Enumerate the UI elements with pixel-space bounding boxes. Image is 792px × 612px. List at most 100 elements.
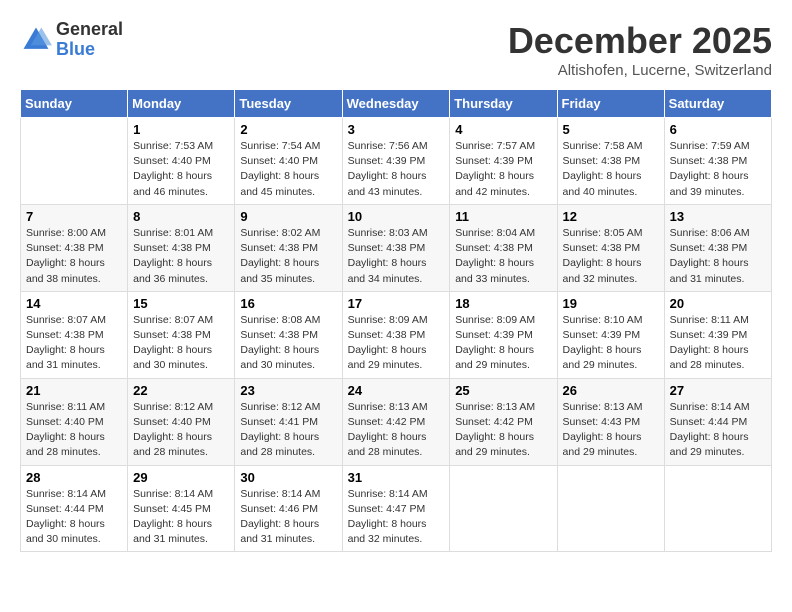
table-row: 29 Sunrise: 8:14 AM Sunset: 4:45 PM Dayli… (128, 465, 235, 552)
day-info: Sunrise: 8:13 AM Sunset: 4:43 PM Dayligh… (563, 400, 659, 461)
calendar-week-row: 7 Sunrise: 8:00 AM Sunset: 4:38 PM Daylig… (21, 204, 772, 291)
col-wednesday: Wednesday (342, 90, 450, 118)
table-row: 6 Sunrise: 7:59 AM Sunset: 4:38 PM Daylig… (664, 118, 771, 205)
day-info: Sunrise: 8:01 AM Sunset: 4:38 PM Dayligh… (133, 226, 229, 287)
day-number: 16 (240, 296, 336, 311)
day-info: Sunrise: 7:58 AM Sunset: 4:38 PM Dayligh… (563, 139, 659, 200)
table-row: 3 Sunrise: 7:56 AM Sunset: 4:39 PM Daylig… (342, 118, 450, 205)
day-number: 11 (455, 209, 551, 224)
day-info: Sunrise: 8:11 AM Sunset: 4:40 PM Dayligh… (26, 400, 122, 461)
table-row (664, 465, 771, 552)
day-info: Sunrise: 7:54 AM Sunset: 4:40 PM Dayligh… (240, 139, 336, 200)
table-row (450, 465, 557, 552)
day-number: 23 (240, 383, 336, 398)
day-number: 15 (133, 296, 229, 311)
day-number: 4 (455, 122, 551, 137)
day-info: Sunrise: 7:57 AM Sunset: 4:39 PM Dayligh… (455, 139, 551, 200)
table-row: 20Sunrise: 8:11 AM Sunset: 4:39 PM Dayli… (664, 291, 771, 378)
calendar-week-row: 21Sunrise: 8:11 AM Sunset: 4:40 PM Dayli… (21, 378, 772, 465)
day-number: 12 (563, 209, 659, 224)
day-number: 7 (26, 209, 122, 224)
day-number: 9 (240, 209, 336, 224)
table-row: 25Sunrise: 8:13 AM Sunset: 4:42 PM Dayli… (450, 378, 557, 465)
col-saturday: Saturday (664, 90, 771, 118)
table-row: 18 Sunrise: 8:09 AM Sunset: 4:39 PM Dayli… (450, 291, 557, 378)
day-number: 10 (348, 209, 445, 224)
table-row: 11 Sunrise: 8:04 AM Sunset: 4:38 PM Dayli… (450, 204, 557, 291)
col-monday: Monday (128, 90, 235, 118)
table-row (21, 118, 128, 205)
logo: General Blue (20, 20, 123, 60)
day-info: Sunrise: 8:03 AM Sunset: 4:38 PM Dayligh… (348, 226, 445, 287)
day-info: Sunrise: 8:00 AM Sunset: 4:38 PM Dayligh… (26, 226, 122, 287)
day-number: 17 (348, 296, 445, 311)
table-row: 2 Sunrise: 7:54 AM Sunset: 4:40 PM Daylig… (235, 118, 342, 205)
day-number: 31 (348, 470, 445, 485)
day-info: Sunrise: 8:14 AM Sunset: 4:45 PM Dayligh… (133, 487, 229, 548)
calendar-header-row: Sunday Monday Tuesday Wednesday Thursday… (21, 90, 772, 118)
col-thursday: Thursday (450, 90, 557, 118)
day-info: Sunrise: 8:05 AM Sunset: 4:38 PM Dayligh… (563, 226, 659, 287)
day-info: Sunrise: 7:53 AM Sunset: 4:40 PM Dayligh… (133, 139, 229, 200)
table-row: 7 Sunrise: 8:00 AM Sunset: 4:38 PM Daylig… (21, 204, 128, 291)
table-row: 4 Sunrise: 7:57 AM Sunset: 4:39 PM Daylig… (450, 118, 557, 205)
col-friday: Friday (557, 90, 664, 118)
table-row: 12 Sunrise: 8:05 AM Sunset: 4:38 PM Dayli… (557, 204, 664, 291)
month-title: December 2025 (508, 20, 772, 62)
table-row (557, 465, 664, 552)
day-info: Sunrise: 8:12 AM Sunset: 4:41 PM Dayligh… (240, 400, 336, 461)
day-info: Sunrise: 8:14 AM Sunset: 4:47 PM Dayligh… (348, 487, 445, 548)
day-info: Sunrise: 8:09 AM Sunset: 4:39 PM Dayligh… (455, 313, 551, 374)
logo-general-text: General (56, 19, 123, 39)
table-row: 13Sunrise: 8:06 AM Sunset: 4:38 PM Dayli… (664, 204, 771, 291)
table-row: 9 Sunrise: 8:02 AM Sunset: 4:38 PM Daylig… (235, 204, 342, 291)
table-row: 27 Sunrise: 8:14 AM Sunset: 4:44 PM Dayli… (664, 378, 771, 465)
title-block: December 2025 Altishofen, Lucerne, Switz… (508, 20, 772, 79)
day-number: 28 (26, 470, 122, 485)
day-info: Sunrise: 8:06 AM Sunset: 4:38 PM Dayligh… (670, 226, 766, 287)
table-row: 1 Sunrise: 7:53 AM Sunset: 4:40 PM Daylig… (128, 118, 235, 205)
col-sunday: Sunday (21, 90, 128, 118)
day-info: Sunrise: 8:04 AM Sunset: 4:38 PM Dayligh… (455, 226, 551, 287)
day-number: 26 (563, 383, 659, 398)
day-info: Sunrise: 7:56 AM Sunset: 4:39 PM Dayligh… (348, 139, 445, 200)
day-number: 27 (670, 383, 766, 398)
day-number: 1 (133, 122, 229, 137)
day-info: Sunrise: 8:08 AM Sunset: 4:38 PM Dayligh… (240, 313, 336, 374)
day-info: Sunrise: 8:14 AM Sunset: 4:44 PM Dayligh… (670, 400, 766, 461)
day-info: Sunrise: 8:14 AM Sunset: 4:44 PM Dayligh… (26, 487, 122, 548)
day-info: Sunrise: 8:14 AM Sunset: 4:46 PM Dayligh… (240, 487, 336, 548)
day-number: 3 (348, 122, 445, 137)
table-row: 19Sunrise: 8:10 AM Sunset: 4:39 PM Dayli… (557, 291, 664, 378)
day-info: Sunrise: 8:13 AM Sunset: 4:42 PM Dayligh… (348, 400, 445, 461)
calendar-week-row: 14 Sunrise: 8:07 AM Sunset: 4:38 PM Dayli… (21, 291, 772, 378)
day-info: Sunrise: 8:11 AM Sunset: 4:39 PM Dayligh… (670, 313, 766, 374)
calendar-week-row: 28 Sunrise: 8:14 AM Sunset: 4:44 PM Dayli… (21, 465, 772, 552)
day-number: 30 (240, 470, 336, 485)
day-info: Sunrise: 8:02 AM Sunset: 4:38 PM Dayligh… (240, 226, 336, 287)
day-number: 29 (133, 470, 229, 485)
logo-blue-text: Blue (56, 39, 95, 59)
day-info: Sunrise: 8:07 AM Sunset: 4:38 PM Dayligh… (26, 313, 122, 374)
day-number: 22 (133, 383, 229, 398)
table-row: 17Sunrise: 8:09 AM Sunset: 4:38 PM Dayli… (342, 291, 450, 378)
table-row: 28 Sunrise: 8:14 AM Sunset: 4:44 PM Dayli… (21, 465, 128, 552)
location-text: Altishofen, Lucerne, Switzerland (508, 62, 772, 79)
day-number: 18 (455, 296, 551, 311)
table-row: 10 Sunrise: 8:03 AM Sunset: 4:38 PM Dayli… (342, 204, 450, 291)
day-number: 2 (240, 122, 336, 137)
day-info: Sunrise: 8:12 AM Sunset: 4:40 PM Dayligh… (133, 400, 229, 461)
day-number: 6 (670, 122, 766, 137)
calendar-week-row: 1 Sunrise: 7:53 AM Sunset: 4:40 PM Daylig… (21, 118, 772, 205)
table-row: 26 Sunrise: 8:13 AM Sunset: 4:43 PM Dayli… (557, 378, 664, 465)
calendar-table: Sunday Monday Tuesday Wednesday Thursday… (20, 89, 772, 552)
day-info: Sunrise: 8:13 AM Sunset: 4:42 PM Dayligh… (455, 400, 551, 461)
day-info: Sunrise: 7:59 AM Sunset: 4:38 PM Dayligh… (670, 139, 766, 200)
table-row: 24 Sunrise: 8:13 AM Sunset: 4:42 PM Dayli… (342, 378, 450, 465)
table-row: 21Sunrise: 8:11 AM Sunset: 4:40 PM Dayli… (21, 378, 128, 465)
day-number: 14 (26, 296, 122, 311)
day-number: 24 (348, 383, 445, 398)
table-row: 8 Sunrise: 8:01 AM Sunset: 4:38 PM Daylig… (128, 204, 235, 291)
day-number: 8 (133, 209, 229, 224)
table-row: 30 Sunrise: 8:14 AM Sunset: 4:46 PM Dayli… (235, 465, 342, 552)
